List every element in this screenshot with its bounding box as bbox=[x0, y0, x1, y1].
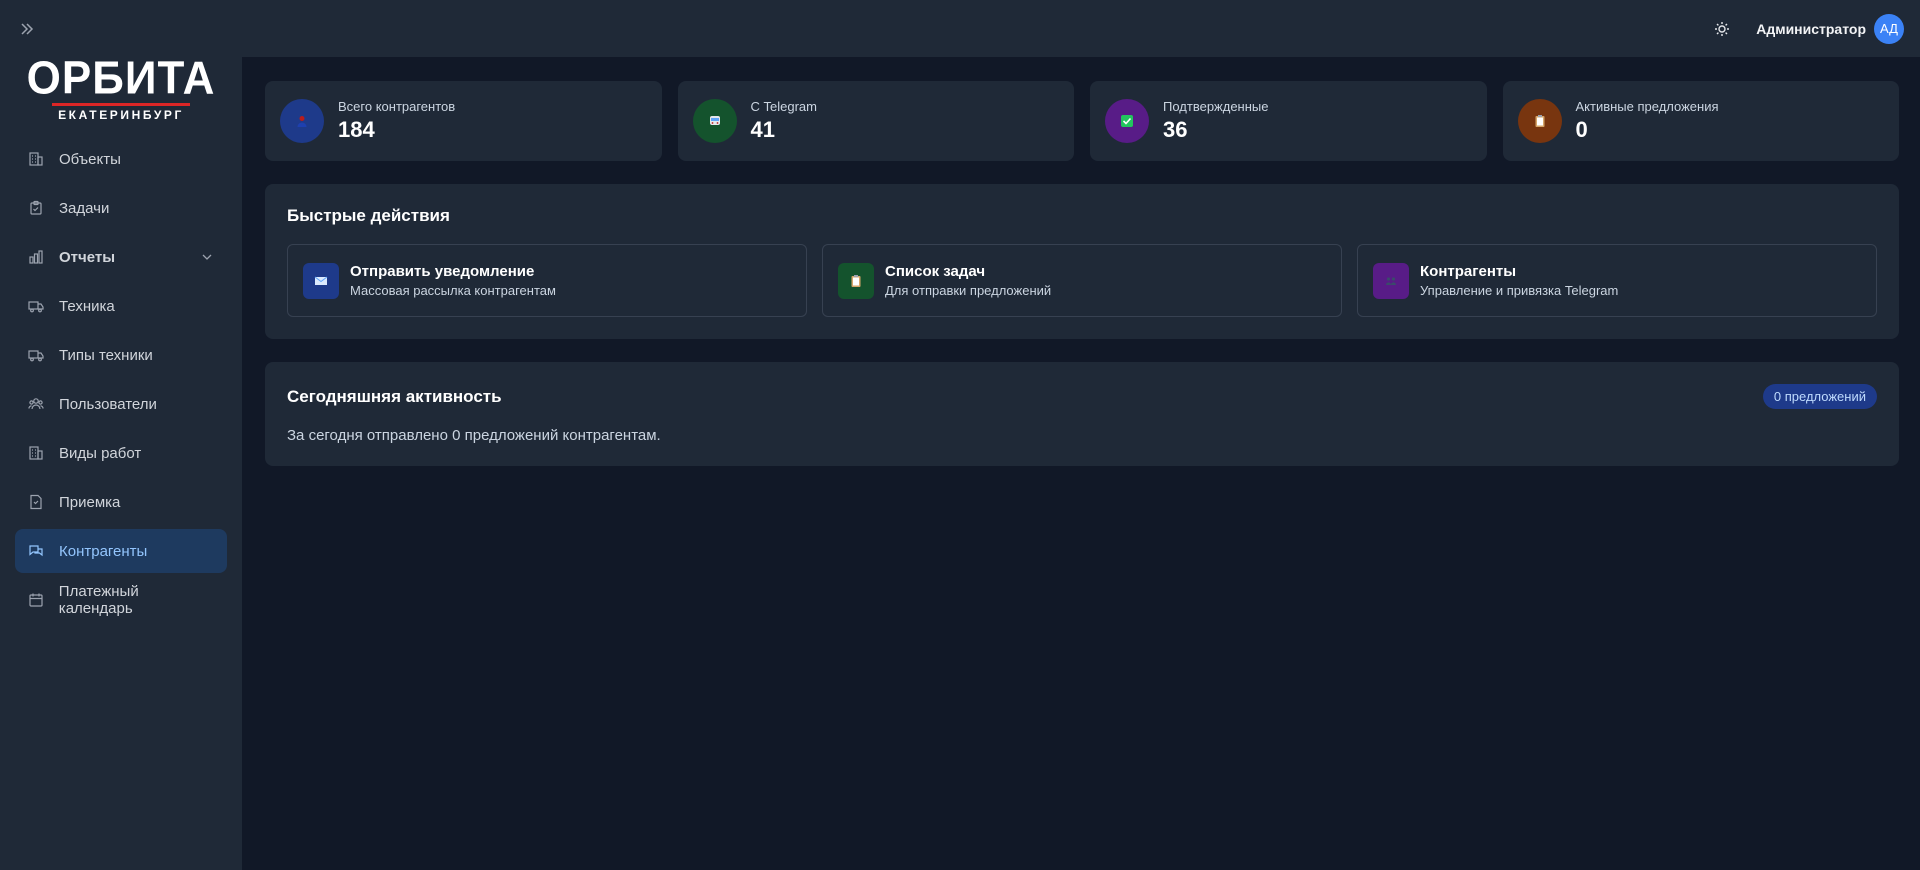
sidebar-item-work-types[interactable]: Виды работ bbox=[15, 431, 227, 475]
activity-panel: Сегодняшняя активность 0 предложений За … bbox=[265, 362, 1899, 466]
chat-icon bbox=[27, 542, 45, 560]
quick-actions-title: Быстрые действия bbox=[287, 206, 450, 225]
sidebar-item-tasks[interactable]: Задачи bbox=[15, 186, 227, 230]
stat-card-confirmed: Подтвержденные 36 bbox=[1090, 81, 1487, 161]
truck-icon bbox=[27, 297, 45, 315]
activity-header: Сегодняшняя активность 0 предложений bbox=[287, 384, 1877, 409]
clipboard-icon bbox=[27, 199, 45, 217]
bus-icon bbox=[692, 99, 737, 143]
action-desc: Массовая рассылка контрагентам bbox=[350, 283, 556, 298]
sidebar-item-label: Объекты bbox=[59, 150, 121, 168]
action-title: Контрагенты bbox=[1420, 263, 1517, 280]
sidebar-item-label: Приемка bbox=[59, 493, 121, 511]
sidebar-item-equipment-types[interactable]: Типы техники bbox=[15, 333, 227, 377]
stat-card-telegram: С Telegram 41 bbox=[677, 81, 1074, 161]
top-bar: Администратор АД bbox=[0, 0, 1920, 57]
stats-row: Всего контрагентов 184 С Telegram 41 Под… bbox=[265, 81, 1899, 161]
stat-label: Подтвержденные bbox=[1163, 99, 1269, 114]
bar-chart-icon bbox=[27, 248, 45, 266]
sidebar-item-reports[interactable]: Отчеты bbox=[15, 235, 227, 279]
building-icon bbox=[27, 150, 45, 168]
stat-label: Всего контрагентов bbox=[338, 99, 456, 114]
task-list-button[interactable]: Список задач Для отправки предложений bbox=[822, 244, 1342, 317]
contractors-button[interactable]: Контрагенты Управление и привязка Telegr… bbox=[1357, 244, 1877, 317]
truck-icon bbox=[27, 346, 45, 364]
sidebar-item-label: Типы техники bbox=[59, 346, 153, 364]
check-icon bbox=[1105, 99, 1149, 143]
send-notification-button[interactable]: Отправить уведомление Массовая рассылка … bbox=[287, 244, 807, 317]
quick-actions-panel: Быстрые действия Отправить уведомление М… bbox=[265, 184, 1899, 339]
envelope-icon bbox=[303, 262, 339, 299]
main-content: Всего контрагентов 184 С Telegram 41 Под… bbox=[265, 81, 1899, 466]
avatar[interactable]: АД bbox=[1874, 13, 1904, 44]
sun-icon[interactable] bbox=[1710, 17, 1734, 41]
sidebar-item-acceptance[interactable]: Приемка bbox=[15, 480, 227, 524]
sidebar-item-equipment[interactable]: Техника bbox=[15, 284, 227, 328]
sidebar-item-label: Задачи bbox=[59, 199, 110, 217]
stat-card-total-contractors: Всего контрагентов 184 bbox=[265, 81, 662, 161]
logo-main: ОРБИТА bbox=[26, 52, 216, 105]
sidebar-item-objects[interactable]: Объекты bbox=[15, 137, 227, 181]
action-desc: Управление и привязка Telegram bbox=[1420, 283, 1619, 298]
activity-title: Сегодняшняя активность bbox=[287, 386, 502, 406]
stat-card-active-offers: Активные предложения 0 bbox=[1502, 81, 1899, 161]
expand-sidebar-icon[interactable] bbox=[16, 18, 38, 40]
action-title: Отправить уведомление bbox=[350, 263, 535, 280]
sidebar-item-label: Контрагенты bbox=[59, 542, 148, 560]
stat-label: Активные предложения bbox=[1575, 99, 1719, 114]
stat-value: 41 bbox=[750, 117, 775, 142]
clipboard-icon bbox=[838, 262, 874, 299]
sidebar-item-label: Виды работ bbox=[59, 444, 142, 462]
sidebar-item-users[interactable]: Пользователи bbox=[15, 382, 227, 426]
person-icon bbox=[280, 99, 324, 143]
sidebar-item-payment-calendar[interactable]: Платежный календарь bbox=[15, 578, 227, 622]
sidebar: ОРБИТА ЕКАТЕРИНБУРГ Объекты Задачи Отчет… bbox=[0, 52, 242, 870]
action-desc: Для отправки предложений bbox=[885, 283, 1052, 298]
building-icon bbox=[27, 444, 45, 462]
logo[interactable]: ОРБИТА ЕКАТЕРИНБУРГ bbox=[0, 52, 242, 127]
logo-sub: ЕКАТЕРИНБУРГ bbox=[58, 108, 184, 122]
calendar-icon bbox=[27, 591, 45, 609]
stat-value: 184 bbox=[338, 117, 375, 142]
action-title: Список задач bbox=[885, 263, 986, 280]
stat-value: 36 bbox=[1163, 117, 1188, 142]
users-icon bbox=[27, 395, 45, 413]
document-icon bbox=[27, 493, 45, 511]
stat-label: С Telegram bbox=[750, 99, 817, 114]
sidebar-item-label: Техника bbox=[59, 297, 115, 315]
sidebar-item-label: Платежный календарь bbox=[58, 583, 139, 617]
chevron-down-icon[interactable] bbox=[201, 250, 215, 264]
sidebar-item-label: Отчеты bbox=[59, 248, 116, 266]
top-bar-right: Администратор АД bbox=[1710, 13, 1904, 44]
sidebar-item-contractors[interactable]: Контрагенты bbox=[15, 529, 227, 573]
sidebar-item-label: Пользователи bbox=[59, 395, 157, 413]
stat-value: 0 bbox=[1575, 117, 1588, 142]
activity-text: За сегодня отправлено 0 предложений конт… bbox=[287, 427, 661, 444]
clipboard-icon bbox=[1517, 99, 1562, 143]
offers-count-badge: 0 предложений bbox=[1762, 384, 1877, 409]
people-icon bbox=[1373, 262, 1409, 299]
sidebar-nav: Объекты Задачи Отчеты Техника Типы техни… bbox=[0, 137, 242, 622]
quick-actions-list: Отправить уведомление Массовая рассылка … bbox=[287, 244, 1877, 317]
app: Администратор АД ОРБИТА ЕКАТЕРИНБУРГ Объ… bbox=[0, 0, 1920, 870]
user-name[interactable]: Администратор bbox=[1756, 21, 1866, 37]
